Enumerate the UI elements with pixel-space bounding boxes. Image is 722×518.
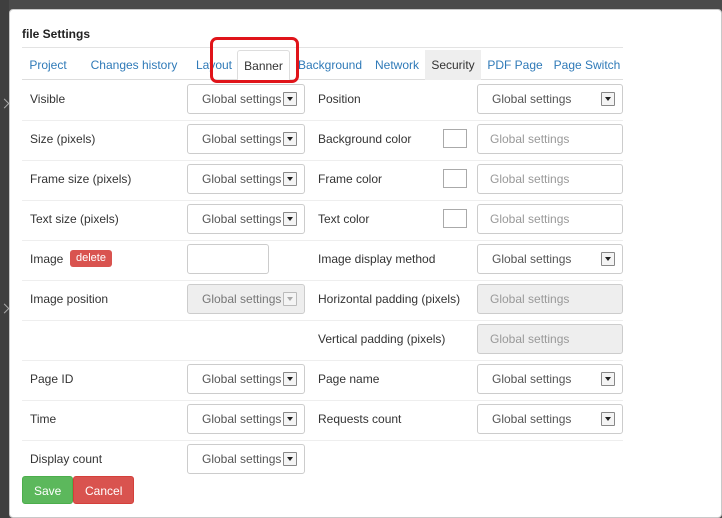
chevron-down-icon [601,412,615,426]
frame-size-label: Frame size (pixels) [30,172,132,186]
requests-count-select[interactable]: Global settings [477,404,623,434]
tab-bar: Project Changes history Layout Banner Ba… [22,50,623,81]
tab-security[interactable]: Security [425,50,481,80]
chevron-down-icon [601,252,615,266]
divider [22,280,623,281]
divider [22,47,623,48]
settings-dialog: file Settings Project Changes history La… [9,9,722,518]
page-id-value: Global settings [202,372,282,386]
divider [22,440,623,441]
page-name-value: Global settings [492,372,572,386]
vertical-padding-label: Vertical padding (pixels) [318,332,446,346]
tab-project[interactable]: Project [28,50,68,80]
chevron-down-icon [283,92,297,106]
position-label: Position [318,92,361,106]
frame-color-swatch[interactable] [443,169,467,188]
tab-banner[interactable]: Banner [237,50,290,81]
vertical-padding-input: Global settings [477,324,623,354]
time-label: Time [30,412,57,426]
divider [22,400,623,401]
text-size-select[interactable]: Global settings [187,204,305,234]
tab-changes-history[interactable]: Changes history [90,50,178,80]
dialog-title: file Settings [22,27,91,41]
background-edge [0,0,10,518]
background-color-label: Background color [318,132,412,146]
image-position-value: Global settings [202,292,282,306]
text-color-label: Text color [318,212,370,226]
chevron-down-icon [283,292,297,306]
text-color-swatch[interactable] [443,209,467,228]
image-position-select: Global settings [187,284,305,314]
tab-network[interactable]: Network [372,50,422,80]
display-count-label: Display count [30,452,103,466]
size-select[interactable]: Global settings [187,124,305,154]
requests-count-value: Global settings [492,412,572,426]
visible-select-value: Global settings [202,92,282,106]
cancel-button[interactable]: Cancel [73,476,135,504]
horizontal-padding-label: Horizontal padding (pixels) [318,292,461,306]
text-size-label: Text size (pixels) [30,212,119,226]
frame-color-label: Frame color [318,172,383,186]
frame-color-input[interactable]: Global settings [477,164,623,194]
background-color-swatch[interactable] [443,129,467,148]
time-value: Global settings [202,412,282,426]
divider [22,360,623,361]
position-select[interactable]: Global settings [477,84,623,114]
tab-page-switch[interactable]: Page Switch [552,50,622,80]
size-select-value: Global settings [202,132,282,146]
visible-label: Visible [30,92,66,106]
requests-count-label: Requests count [318,412,402,426]
chevron-down-icon [283,372,297,386]
divider [22,240,623,241]
display-count-select[interactable]: Global settings [187,444,305,474]
chevron-down-icon [283,212,297,226]
position-select-value: Global settings [492,92,572,106]
divider [22,120,623,121]
horizontal-padding-input: Global settings [477,284,623,314]
save-button[interactable]: Save [22,476,74,504]
text-size-select-value: Global settings [202,212,282,226]
background-color-input[interactable]: Global settings [477,124,623,154]
chevron-down-icon [601,372,615,386]
tab-background[interactable]: Background [294,50,366,80]
image-label: Image [30,252,64,266]
page-name-label: Page name [318,372,380,386]
chevron-down-icon [283,452,297,466]
size-label: Size (pixels) [30,132,96,146]
tab-pdf-page[interactable]: PDF Page [485,50,545,80]
text-color-input[interactable]: Global settings [477,204,623,234]
page-id-label: Page ID [30,372,74,386]
frame-size-select-value: Global settings [202,172,282,186]
divider [22,160,623,161]
image-input[interactable] [187,244,269,274]
page-name-select[interactable]: Global settings [477,364,623,394]
frame-size-select[interactable]: Global settings [187,164,305,194]
tab-layout[interactable]: Layout [192,50,236,80]
chevron-down-icon [283,132,297,146]
chevron-down-icon [283,412,297,426]
display-count-value: Global settings [202,452,282,466]
visible-select[interactable]: Global settings [187,84,305,114]
divider [22,320,623,321]
image-display-method-label: Image display method [318,252,436,266]
chevron-down-icon [283,172,297,186]
page-id-select[interactable]: Global settings [187,364,305,394]
time-select[interactable]: Global settings [187,404,305,434]
image-position-label: Image position [30,292,109,306]
divider [22,200,623,201]
image-display-method-value: Global settings [492,252,572,266]
image-display-method-select[interactable]: Global settings [477,244,623,274]
image-delete-button[interactable]: delete [70,250,112,267]
chevron-down-icon [601,92,615,106]
